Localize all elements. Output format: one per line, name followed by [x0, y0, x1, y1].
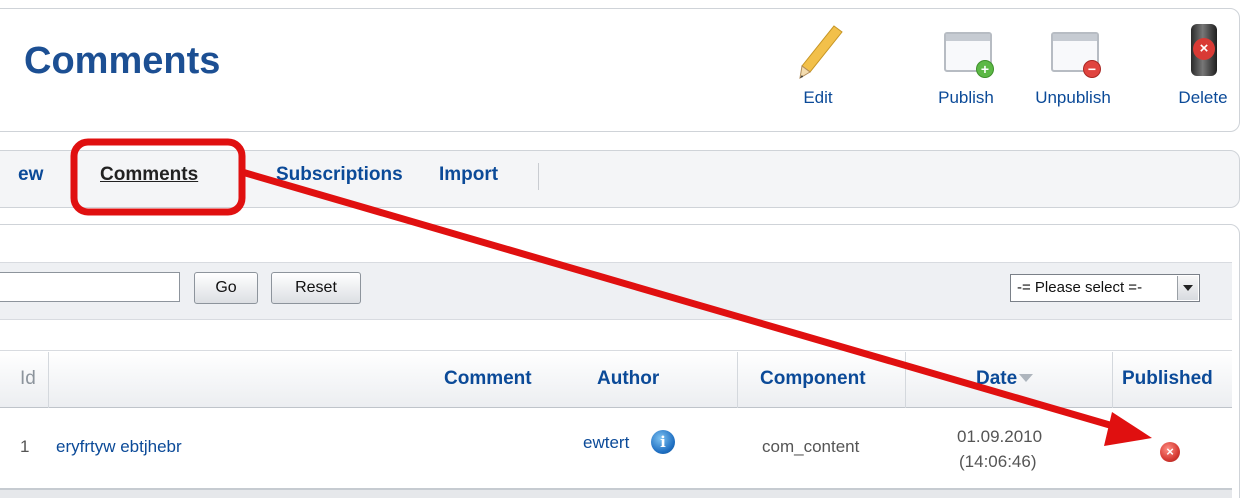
go-button[interactable]: Go — [194, 272, 258, 304]
row-id: 1 — [20, 437, 30, 456]
info-icon[interactable]: i — [651, 430, 675, 454]
column-id[interactable]: Id — [20, 368, 36, 390]
search-input[interactable] — [0, 272, 180, 302]
publish-icon: + — [938, 22, 994, 80]
sort-desc-icon — [1019, 374, 1034, 382]
row-date: 01.09.2010 — [957, 427, 1043, 446]
dropdown-arrow-icon[interactable] — [1177, 276, 1198, 300]
column-author[interactable]: Author — [597, 368, 659, 390]
unpublished-icon[interactable]: × — [1160, 442, 1180, 462]
unpublish-button[interactable]: − Unpublish — [1025, 22, 1121, 114]
row-time: (14:06:46) — [959, 452, 1037, 471]
reset-button[interactable]: Reset — [271, 272, 361, 304]
column-date[interactable]: Date — [976, 368, 1034, 390]
unpublish-icon: − — [1045, 22, 1101, 80]
column-comment[interactable]: Comment — [444, 368, 532, 390]
trash-icon: × — [1175, 22, 1231, 80]
publish-button[interactable]: + Publish — [918, 22, 1014, 114]
column-component[interactable]: Component — [760, 368, 866, 390]
delete-label: Delete — [1178, 88, 1228, 107]
tab-import[interactable]: Import — [439, 164, 498, 186]
state-select-value: -= Please select =- — [1017, 279, 1143, 296]
page-title: Comments — [24, 40, 221, 82]
tab-overview[interactable]: ew — [18, 164, 43, 186]
column-date-label: Date — [976, 368, 1018, 389]
pencil-icon — [790, 22, 846, 80]
unpublish-label: Unpublish — [1035, 88, 1111, 107]
tab-subscriptions[interactable]: Subscriptions — [276, 164, 403, 186]
table-footer-edge — [0, 488, 1232, 498]
tab-comments[interactable]: Comments — [100, 164, 198, 186]
row-component: com_content — [762, 437, 860, 456]
row-author-link[interactable]: ewtert — [583, 433, 629, 453]
edit-label: Edit — [803, 88, 833, 107]
publish-label: Publish — [938, 88, 994, 107]
state-select[interactable]: -= Please select =- — [1010, 274, 1200, 302]
column-published[interactable]: Published — [1122, 368, 1213, 390]
screen: Comments Edit + Publish − Unpublish × De… — [0, 0, 1250, 498]
tab-divider — [538, 163, 539, 190]
delete-button[interactable]: × Delete — [1155, 22, 1250, 114]
edit-button[interactable]: Edit — [770, 22, 866, 114]
row-title-link[interactable]: eryfrtyw ebtjhebr — [56, 437, 182, 457]
